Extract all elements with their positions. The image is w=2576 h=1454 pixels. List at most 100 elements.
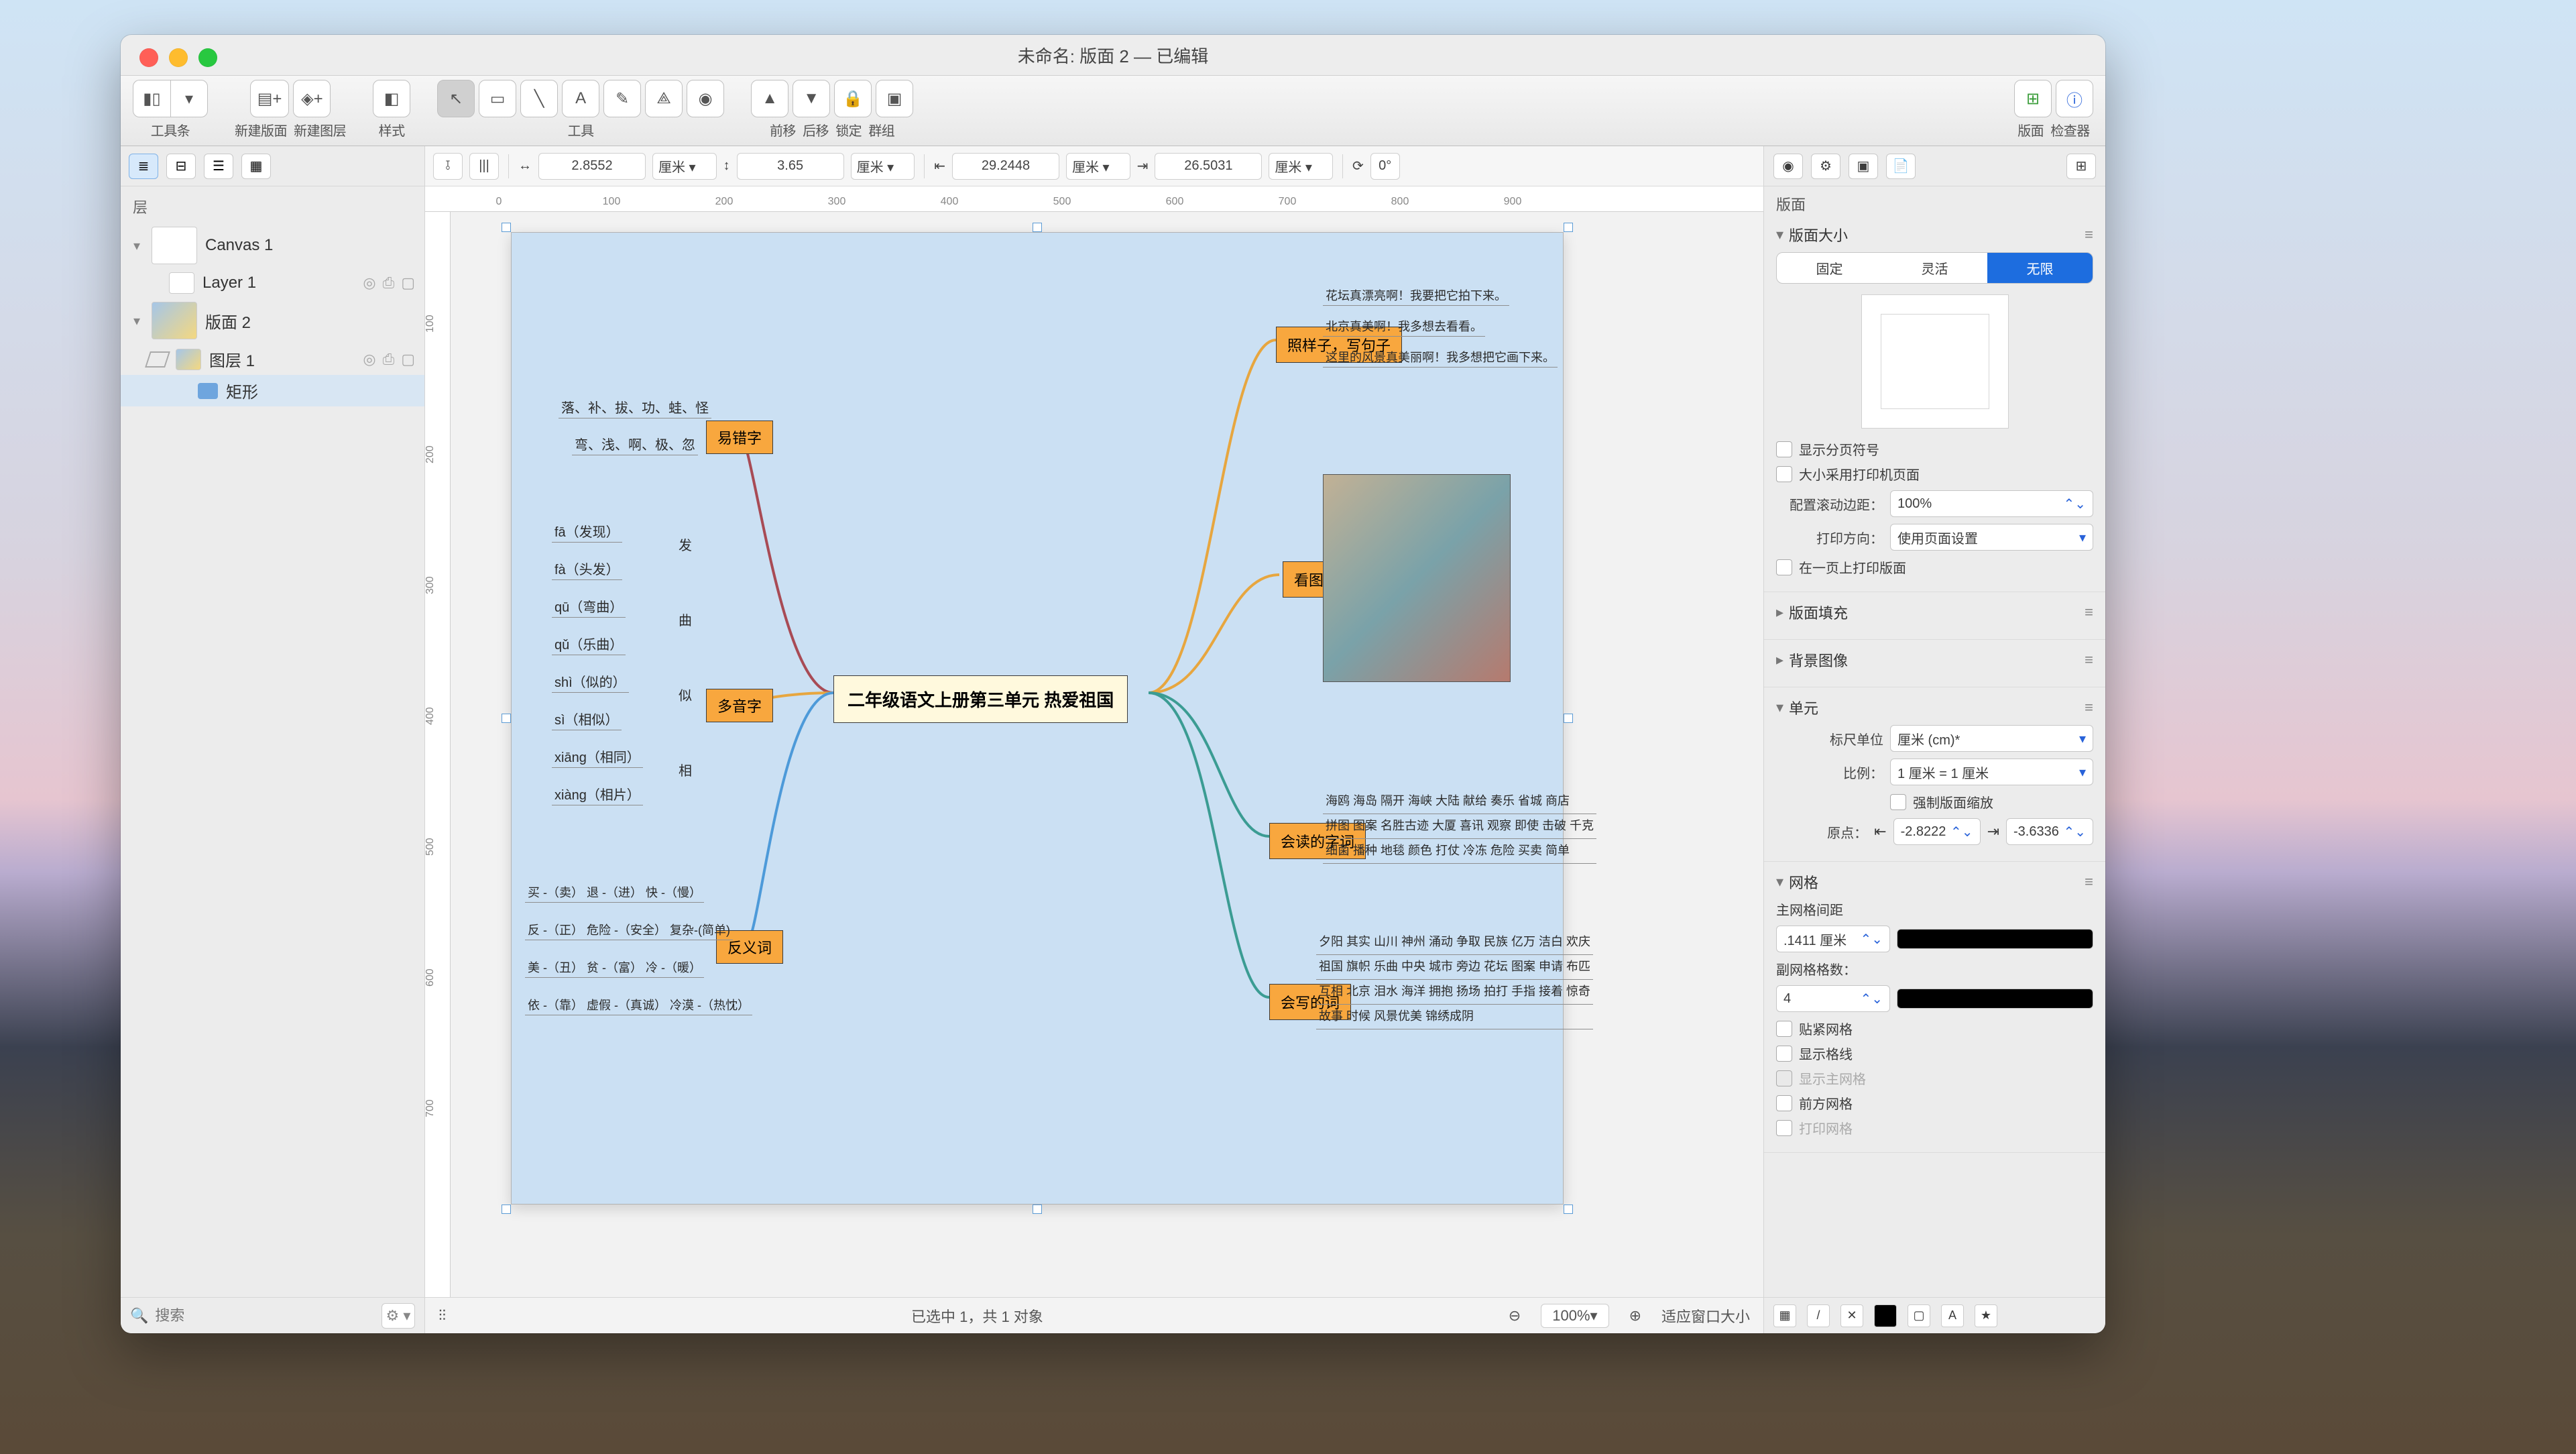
mindmap-leaf[interactable]: 这里的风景真美丽啊！我多想把它画下来。 xyxy=(1323,348,1558,368)
align-button[interactable]: ||| xyxy=(469,153,499,180)
group-button[interactable]: ▣ xyxy=(876,80,913,117)
grid-toggle[interactable]: ⫶⫶ xyxy=(438,1307,446,1325)
x-field[interactable]: 29.2448 xyxy=(952,153,1059,180)
mindmap-leaf[interactable]: shì（似的） xyxy=(552,671,629,693)
mindmap-leaf[interactable]: 反 -（正） 危险 -（安全） 复杂-(简单) xyxy=(525,921,733,940)
sub-grid-color[interactable] xyxy=(1897,989,2093,1009)
pen-tool[interactable]: ✎ xyxy=(603,80,641,117)
canvas-tab-button[interactable]: ⊞ xyxy=(2014,80,2052,117)
canvas-inspector-tab[interactable]: ▣ xyxy=(1849,154,1878,179)
mindmap-center[interactable]: 二年级语文上册第三单元 热爱祖国 xyxy=(833,675,1128,723)
width-unit[interactable]: 厘米 ▾ xyxy=(652,153,717,180)
show-gridlines-check[interactable]: 显示格线 xyxy=(1776,1044,2093,1063)
zoom-in-button[interactable]: ⊕ xyxy=(1629,1307,1641,1325)
layer-row[interactable]: 图层 1 ◎⎙▢ xyxy=(121,343,424,375)
sidebar-toggle-button[interactable]: ▮▯ xyxy=(133,80,170,117)
mindmap-leaf[interactable]: fā（发现） xyxy=(552,521,622,543)
mindmap-leaf[interactable]: 弯、浅、啊、极、忽 xyxy=(572,434,698,455)
canvas-row[interactable]: ▾ Canvas 1 xyxy=(121,223,424,268)
print-orientation-field[interactable]: 使用页面设置▾ xyxy=(1890,524,2093,551)
mindmap-leaf[interactable]: 花坛真漂亮啊！我要把它拍下来。 xyxy=(1323,286,1509,306)
lock-button[interactable]: 🔒 xyxy=(834,80,872,117)
snap-button[interactable]: ⫱ xyxy=(433,153,463,180)
mindmap-leaf[interactable]: xiàng（相片） xyxy=(552,784,643,805)
stencils-button[interactable]: ⊞ xyxy=(2066,154,2096,179)
section-menu-icon[interactable]: ≡ xyxy=(2085,651,2093,669)
mindmap-group-label[interactable]: 曲 xyxy=(676,610,695,630)
properties-inspector-tab[interactable]: ⚙ xyxy=(1811,154,1840,179)
show-page-breaks-check[interactable]: 显示分页符号 xyxy=(1776,439,2093,459)
fullscreen-window-button[interactable] xyxy=(198,48,217,67)
stamp-tool[interactable]: ◉ xyxy=(687,80,724,117)
inspector-tab-button[interactable]: ⓘ xyxy=(2056,80,2093,117)
y-field[interactable]: 26.5031 xyxy=(1155,153,1262,180)
print-icon[interactable]: ⎙ xyxy=(383,274,395,292)
new-layer-button[interactable]: ◈+ xyxy=(293,80,331,117)
page-size-mode[interactable]: 固定 灵活 无限 xyxy=(1776,252,2093,284)
line-tool[interactable]: ╲ xyxy=(520,80,558,117)
mindmap-text-block[interactable]: 夕阳 其实 山川 神州 涌动 争取 民族 亿万 洁白 欢庆祖国 旗帜 乐曲 中央… xyxy=(1316,930,1593,1029)
y-unit[interactable]: 厘米 ▾ xyxy=(1269,153,1333,180)
search-input[interactable] xyxy=(155,1307,375,1325)
favorites-button[interactable]: ★ xyxy=(1975,1304,1997,1327)
section-title[interactable]: 背景图像 xyxy=(1789,649,1848,671)
mindmap-group-label[interactable]: 发 xyxy=(676,535,695,555)
mindmap-image[interactable] xyxy=(1323,474,1511,682)
layers-tab[interactable]: ≣ xyxy=(129,154,158,179)
fit-window-button[interactable]: 适应窗口大小 xyxy=(1661,1305,1750,1327)
shape-swatch[interactable]: ▢ xyxy=(1908,1304,1930,1327)
ruler-units-select[interactable]: 厘米 (cm)*▾ xyxy=(1890,725,2093,752)
visibility-icon[interactable]: ◎ xyxy=(363,274,375,292)
mindmap-leaf[interactable]: 买 -（卖） 退 -（进） 快 -（慢） xyxy=(525,883,704,903)
mindmap-leaf[interactable]: qǔ（乐曲） xyxy=(552,634,626,655)
mindmap-leaf[interactable]: 落、补、拔、功、蛙、怪 xyxy=(559,397,711,418)
mindmap-leaf[interactable]: fà（头发） xyxy=(552,559,622,580)
mindmap-leaf[interactable]: xiāng（相同） xyxy=(552,746,643,768)
minimize-window-button[interactable] xyxy=(169,48,188,67)
canvas-row[interactable]: ▾ 版面 2 xyxy=(121,298,424,343)
height-field[interactable]: 3.65 xyxy=(737,153,844,180)
style-button[interactable]: ◧ xyxy=(373,80,410,117)
sub-grid-field[interactable]: 4⌃⌄ xyxy=(1776,985,1890,1012)
stroke-swatch[interactable]: / xyxy=(1807,1304,1830,1327)
print-grid-check[interactable]: 打印网格 xyxy=(1776,1118,2093,1137)
font-swatch[interactable]: A xyxy=(1941,1304,1964,1327)
front-grid-check[interactable]: 前方网格 xyxy=(1776,1093,2093,1113)
bring-forward-button[interactable]: ▲ xyxy=(751,80,788,117)
width-field[interactable]: 2.8552 xyxy=(538,153,646,180)
grid-color[interactable] xyxy=(1897,929,2093,949)
close-window-button[interactable] xyxy=(139,48,158,67)
text-tool[interactable]: A xyxy=(562,80,599,117)
mindmap-group-label[interactable]: 相 xyxy=(676,760,695,781)
mindmap-leaf[interactable]: 北京真美啊！我多想去看看。 xyxy=(1323,317,1485,337)
select-tool[interactable]: ↖ xyxy=(437,80,475,117)
snap-grid-check[interactable]: 贴紧网格 xyxy=(1776,1019,2093,1038)
origin-x-field[interactable]: -2.8222⌃⌄ xyxy=(1893,818,1981,845)
diagram-tool[interactable]: ⟁ xyxy=(645,80,683,117)
mindmap-group-label[interactable]: 似 xyxy=(676,685,695,706)
disclosure-icon[interactable]: ▾ xyxy=(130,237,143,254)
document-inspector-tab[interactable]: 📄 xyxy=(1886,154,1916,179)
edit-icon[interactable] xyxy=(145,351,170,368)
new-canvas-button[interactable]: ▤+ xyxy=(250,80,290,117)
mindmap-text-block[interactable]: 海鸥 海岛 隔开 海峡 大陆 献给 奏乐 省城 商店拼图 图案 名胜古迹 大厦 … xyxy=(1323,789,1596,864)
lock-icon[interactable]: ▢ xyxy=(401,274,415,292)
mindmap-leaf[interactable]: qū（弯曲） xyxy=(552,596,626,618)
zoom-field[interactable]: 100% ▾ xyxy=(1541,1304,1608,1328)
mindmap-branch-hardchars[interactable]: 易错字 xyxy=(706,421,773,454)
x-unit[interactable]: 厘米 ▾ xyxy=(1066,153,1130,180)
guides-tab[interactable]: ▦ xyxy=(241,154,271,179)
mindmap-leaf[interactable]: 美 -（丑） 贫 -（富） 冷 -（暖） xyxy=(525,958,704,978)
lock-icon[interactable]: ▢ xyxy=(401,351,415,368)
canvas-page[interactable]: 二年级语文上册第三单元 热爱祖国 易错字 落、补、拔、功、蛙、怪 弯、浅、啊、极… xyxy=(511,232,1564,1205)
mindmap-leaf[interactable]: sì（相似） xyxy=(552,709,622,730)
scale-select[interactable]: 1 厘米 = 1 厘米▾ xyxy=(1890,759,2093,785)
mindmap-branch-polyphonic[interactable]: 多音字 xyxy=(706,689,773,722)
shape-tool[interactable]: ▭ xyxy=(479,80,516,117)
disclosure-icon[interactable]: ▾ xyxy=(130,313,143,329)
rotation-field[interactable]: 0° xyxy=(1370,153,1400,180)
grid-spacing-field[interactable]: .1411 厘米⌃⌄ xyxy=(1776,926,1890,952)
zoom-out-button[interactable]: ⊖ xyxy=(1509,1307,1521,1325)
section-menu-icon[interactable]: ≡ xyxy=(2085,699,2093,716)
print-one-page-check[interactable]: 在一页上打印版面 xyxy=(1776,557,2093,577)
